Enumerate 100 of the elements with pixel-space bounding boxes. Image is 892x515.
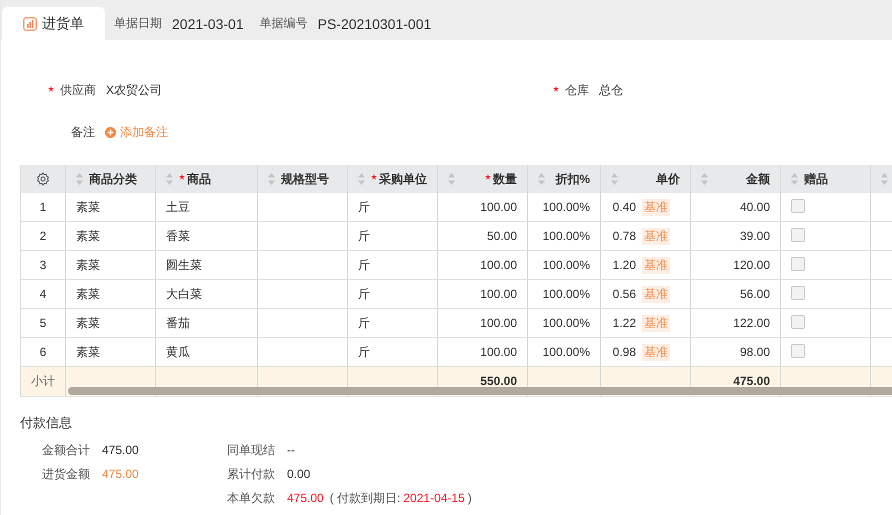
sort-icon[interactable]: [701, 173, 708, 185]
table-cell: 98.00: [740, 345, 770, 359]
table-cell: 100.00: [480, 287, 517, 301]
sort-icon[interactable]: [611, 173, 618, 185]
field-label: 同单现结: [227, 442, 276, 458]
table-cell: 50.00: [486, 229, 517, 243]
table-cell: 0.98: [612, 345, 636, 359]
table-cell: 1: [40, 200, 46, 214]
gift-checkbox[interactable]: [791, 286, 805, 300]
table-cell: 斤: [358, 286, 370, 302]
table-cell: 素菜: [76, 286, 100, 302]
column-header[interactable]: 折扣%: [555, 170, 590, 188]
field-label: 备注: [71, 124, 95, 140]
table-cell: 5: [40, 316, 46, 330]
table-cell: 1.20: [612, 258, 636, 272]
price-tag: 基准: [642, 314, 670, 332]
sort-icon[interactable]: [538, 173, 545, 185]
price-tag: 基准: [642, 228, 670, 244]
document-tab[interactable]: 进货单: [2, 7, 105, 40]
gift-checkbox[interactable]: [791, 199, 805, 213]
subtotal-value: 475.00: [733, 374, 770, 388]
field-value: 475.00: [102, 443, 139, 457]
note-text: ( 付款到期日:: [330, 490, 400, 506]
due-date: 2021-04-15: [403, 491, 465, 505]
price-tag: 基准: [642, 198, 670, 216]
table-cell: 0.78: [612, 229, 636, 243]
section-title: 付款信息: [20, 414, 73, 432]
table-cell: 122.00: [733, 316, 770, 330]
sort-icon[interactable]: [881, 173, 888, 185]
price-tag: 基准: [642, 344, 670, 360]
column-header[interactable]: 规格型号: [281, 170, 329, 188]
sort-icon[interactable]: [448, 173, 455, 185]
price-tag: 基准: [642, 286, 670, 302]
field-label: 进货金额: [42, 466, 91, 482]
column-header[interactable]: 赠品: [804, 170, 828, 188]
column-header[interactable]: 金额: [746, 170, 770, 188]
column-header[interactable]: 数量: [493, 170, 517, 188]
table-cell: 120.00: [733, 258, 770, 272]
field-label: 单据日期: [114, 15, 162, 32]
gift-checkbox[interactable]: [791, 257, 805, 271]
field-value: PS-20210301-001: [318, 14, 432, 34]
table-cell: 100.00: [480, 316, 517, 330]
field-label: 供应商: [60, 82, 96, 98]
table-cell: 56.00: [740, 287, 770, 301]
sort-icon[interactable]: [791, 173, 798, 185]
field-label: 累计付款: [227, 466, 276, 482]
table-cell: 0.56: [612, 287, 636, 301]
table-cell: 100.00%: [542, 258, 590, 272]
sort-icon[interactable]: [76, 173, 83, 185]
field-value: 2021-03-01: [172, 14, 244, 34]
settings-icon[interactable]: [36, 172, 50, 186]
field-value: 475.00: [102, 467, 139, 481]
sort-icon[interactable]: [166, 173, 173, 185]
note-text: ): [468, 491, 472, 505]
table-cell: 39.00: [740, 229, 770, 243]
table-cell: 100.00: [480, 345, 517, 359]
table-cell: 素菜: [76, 256, 100, 274]
field-label: 单据编号: [260, 15, 308, 32]
price-tag: 基准: [642, 256, 670, 274]
bar-chart-icon: [23, 16, 37, 30]
table-cell: 番茄: [166, 314, 190, 332]
table-cell: 100.00%: [542, 345, 590, 359]
column-header[interactable]: 商品分类: [89, 170, 137, 188]
table-cell: 香菜: [166, 228, 190, 244]
field-value: X农贸公司: [106, 82, 162, 98]
field-value: 总仓: [599, 82, 623, 98]
table-cell: 斤: [358, 314, 370, 332]
table-cell: 土豆: [166, 198, 190, 216]
table-cell: 斤: [358, 344, 370, 360]
gift-checkbox[interactable]: [791, 228, 805, 242]
field-label: 金额合计: [42, 442, 91, 458]
table-cell: 6: [40, 345, 46, 359]
table-cell: 斤: [358, 198, 370, 216]
table-cell: 100.00%: [542, 200, 590, 214]
gift-checkbox[interactable]: [791, 344, 805, 358]
table-cell: 0.40: [612, 200, 636, 214]
table-cell: 100.00%: [542, 316, 590, 330]
column-header[interactable]: 单价: [656, 170, 680, 188]
sort-icon[interactable]: [268, 173, 275, 185]
table-cell: 素菜: [76, 228, 100, 244]
column-header[interactable]: 采购单位: [379, 170, 427, 188]
table-cell: 3: [40, 258, 46, 272]
field-value: 0.00: [287, 467, 310, 481]
table-cell: 40.00: [740, 200, 770, 214]
table-cell: 素菜: [76, 198, 100, 216]
field-value: --: [287, 443, 295, 457]
table-cell: 2: [40, 229, 46, 243]
gift-checkbox[interactable]: [791, 315, 805, 329]
subtotal-label: 小计: [31, 373, 55, 390]
table-cell: 素菜: [76, 344, 100, 360]
field-label: 仓库: [565, 82, 589, 98]
column-header[interactable]: 商品: [187, 170, 211, 188]
field-value: 475.00: [287, 491, 324, 505]
horizontal-scrollbar[interactable]: [68, 387, 892, 395]
subtotal-value: 550.00: [480, 374, 517, 388]
table-cell: 100.00: [480, 200, 517, 214]
sort-icon[interactable]: [358, 173, 365, 185]
table-cell: 囫生菜: [166, 256, 202, 274]
table-cell: 斤: [358, 228, 370, 244]
table-cell: 黄瓜: [166, 344, 190, 360]
